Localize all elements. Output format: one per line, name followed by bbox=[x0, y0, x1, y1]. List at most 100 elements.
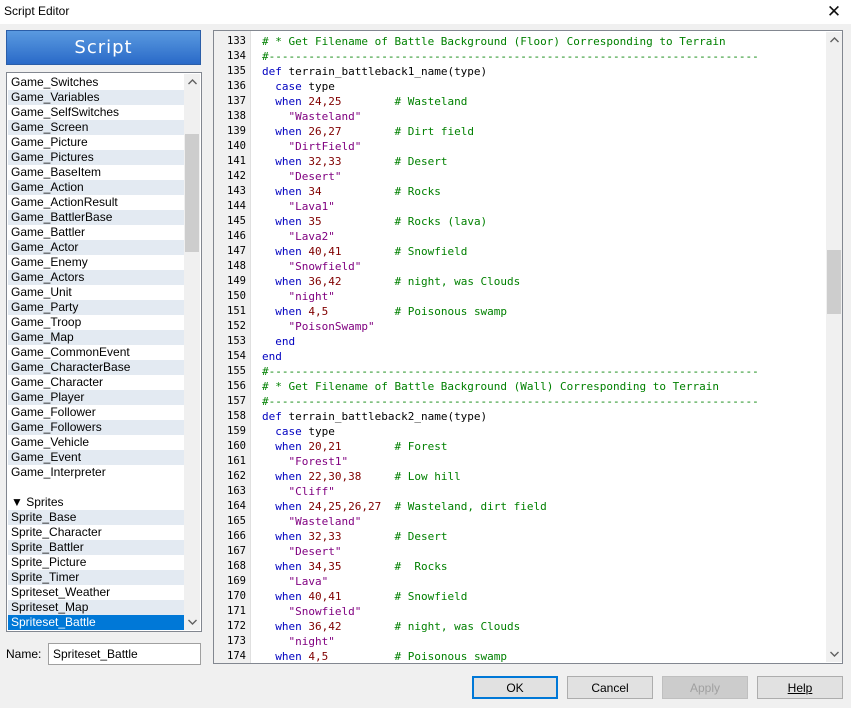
list-item[interactable]: Game_Actors bbox=[8, 270, 184, 285]
list-item[interactable]: Sprite_Character bbox=[8, 525, 184, 540]
code-token: # Snowfield bbox=[394, 590, 468, 603]
list-item[interactable]: Sprite_Base bbox=[8, 510, 184, 525]
list-item[interactable]: Game_Followers bbox=[8, 420, 184, 435]
line-number: 147 bbox=[227, 245, 246, 257]
list-item[interactable]: Game_Troop bbox=[8, 315, 184, 330]
code-line: 148 "Snowfield" bbox=[214, 259, 826, 274]
list-item[interactable]: Game_Pictures bbox=[8, 150, 184, 165]
list-item[interactable]: Game_Player bbox=[8, 390, 184, 405]
code-text: def terrain_battleback1_name(type) bbox=[262, 64, 487, 79]
line-number: 137 bbox=[227, 95, 246, 107]
cancel-button[interactable]: Cancel bbox=[567, 676, 653, 699]
chevron-down-icon[interactable] bbox=[184, 614, 200, 630]
chevron-up-icon[interactable] bbox=[826, 32, 842, 48]
list-item[interactable]: Sprite_Timer bbox=[8, 570, 184, 585]
list-item[interactable]: Game_Map bbox=[8, 330, 184, 345]
code-text: "Snowfield" bbox=[262, 604, 361, 619]
list-item[interactable]: Spriteset_Weather bbox=[8, 585, 184, 600]
script-list-scroll-thumb[interactable] bbox=[185, 134, 199, 252]
ok-button[interactable]: OK bbox=[472, 676, 558, 699]
list-item[interactable]: Game_Switches bbox=[8, 75, 184, 90]
code-text: case type bbox=[262, 79, 335, 94]
script-list[interactable]: Game_Switches Game_Variables Game_SelfSwit… bbox=[6, 72, 202, 632]
line-number: 158 bbox=[227, 410, 246, 422]
list-item[interactable]: Game_Actor bbox=[8, 240, 184, 255]
code-token: terrain_battleback2_name(type) bbox=[288, 410, 488, 423]
name-label: Name: bbox=[6, 647, 42, 661]
list-item[interactable]: Sprite_Battler bbox=[8, 540, 184, 555]
code-token: case bbox=[262, 80, 309, 93]
code-token: when bbox=[262, 530, 309, 543]
help-button[interactable]: Help bbox=[757, 676, 843, 699]
code-token: "Desert" bbox=[262, 170, 342, 183]
line-number: 167 bbox=[227, 545, 246, 557]
list-item[interactable]: Game_Picture bbox=[8, 135, 184, 150]
script-list-scrollbar[interactable] bbox=[184, 74, 200, 630]
help-button-label: Help bbox=[787, 680, 813, 695]
code-token: # Wasteland bbox=[394, 95, 468, 108]
name-input[interactable] bbox=[48, 643, 201, 665]
code-editor-scrollbar[interactable] bbox=[826, 32, 842, 662]
list-item[interactable]: Game_Enemy bbox=[8, 255, 184, 270]
chevron-down-icon[interactable] bbox=[826, 646, 842, 662]
code-token: # Poisonous swamp bbox=[394, 650, 508, 663]
line-number: 156 bbox=[227, 380, 246, 392]
code-line: 165 "Wasteland" bbox=[214, 514, 826, 529]
code-line: 160 when 20,21 # Forest bbox=[214, 439, 826, 454]
list-item[interactable]: Game_BattlerBase bbox=[8, 210, 184, 225]
code-token: when bbox=[262, 185, 309, 198]
list-item[interactable]: Game_Unit bbox=[8, 285, 184, 300]
list-item[interactable]: Game_Interpreter bbox=[8, 465, 184, 480]
code-token: when bbox=[262, 590, 309, 603]
code-editor[interactable]: 133 # * Get Filename of Battle Background… bbox=[213, 30, 843, 664]
code-line: 173 "night" bbox=[214, 634, 826, 649]
code-line: 155 #------------------------------------… bbox=[214, 364, 826, 379]
code-token: when bbox=[262, 305, 309, 318]
list-item[interactable]: Game_SelfSwitches bbox=[8, 105, 184, 120]
code-token: # Low hill bbox=[394, 470, 461, 483]
list-item[interactable]: Game_BaseItem bbox=[8, 165, 184, 180]
list-item[interactable]: Game_Follower bbox=[8, 405, 184, 420]
list-item[interactable]: Game_Vehicle bbox=[8, 435, 184, 450]
line-number: 171 bbox=[227, 605, 246, 617]
line-number: 146 bbox=[227, 230, 246, 242]
list-item[interactable]: Game_Battler bbox=[8, 225, 184, 240]
list-item[interactable]: Game_CommonEvent bbox=[8, 345, 184, 360]
list-item[interactable]: Spriteset_Map bbox=[8, 600, 184, 615]
code-token: # * Get Filename of Battle Background (W… bbox=[262, 380, 719, 393]
line-number: 149 bbox=[227, 275, 246, 287]
line-number: 134 bbox=[227, 50, 246, 62]
list-item[interactable]: Sprite_Picture bbox=[8, 555, 184, 570]
list-item[interactable]: Game_Action bbox=[8, 180, 184, 195]
list-item[interactable]: Game_Variables bbox=[8, 90, 184, 105]
code-text: "PoisonSwamp" bbox=[262, 319, 374, 334]
code-token: end bbox=[262, 335, 296, 348]
list-item[interactable]: Game_Screen bbox=[8, 120, 184, 135]
code-token: # night, was Clouds bbox=[394, 620, 521, 633]
code-token: 24,25,26,27 bbox=[308, 500, 382, 513]
list-section-header[interactable]: ▼ Sprites bbox=[8, 495, 184, 510]
list-item[interactable]: Game_ActionResult bbox=[8, 195, 184, 210]
list-item[interactable]: Spriteset_Battle bbox=[8, 615, 184, 630]
code-editor-scroll-thumb[interactable] bbox=[827, 250, 841, 314]
code-text: #---------------------------------------… bbox=[262, 49, 759, 64]
code-token: # Rocks bbox=[394, 560, 448, 573]
list-item[interactable]: Game_Event bbox=[8, 450, 184, 465]
list-item[interactable]: Game_Character bbox=[8, 375, 184, 390]
close-icon[interactable]: ✕ bbox=[823, 1, 845, 23]
code-text: when 24,25,26,27 # Wasteland, dirt field bbox=[262, 499, 547, 514]
apply-button[interactable]: Apply bbox=[662, 676, 748, 699]
chevron-up-icon[interactable] bbox=[184, 74, 200, 90]
code-token: 26,27 bbox=[308, 125, 342, 138]
code-token: 34 bbox=[308, 185, 322, 198]
code-line: 141 when 32,33 # Desert bbox=[214, 154, 826, 169]
line-number: 148 bbox=[227, 260, 246, 272]
list-item[interactable]: Game_CharacterBase bbox=[8, 360, 184, 375]
list-item[interactable]: Game_Party bbox=[8, 300, 184, 315]
